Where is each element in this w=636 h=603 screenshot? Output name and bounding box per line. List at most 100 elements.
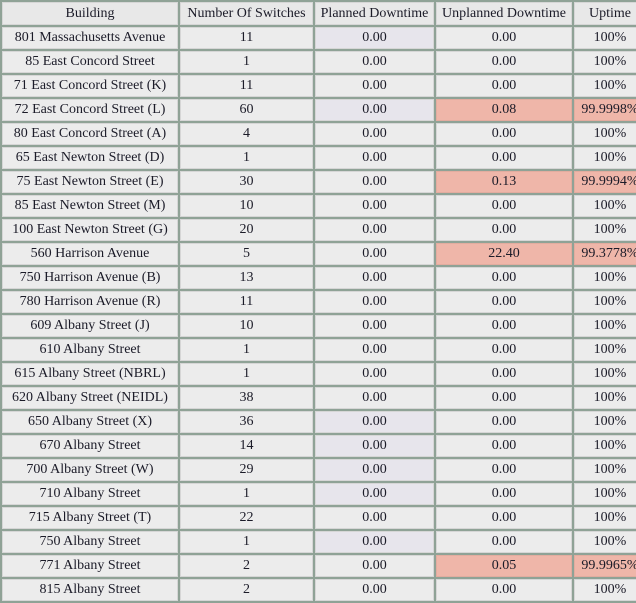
cell-unplanned-downtime: 0.00 [436,267,572,289]
cell-planned-downtime: 0.00 [315,51,434,73]
cell-planned-downtime: 0.00 [315,219,434,241]
cell-building: 780 Harrison Avenue (R) [2,291,178,313]
cell-switches: 22 [180,507,313,529]
column-header-building[interactable]: Building [2,2,178,25]
cell-unplanned-downtime: 0.00 [436,579,572,601]
cell-switches: 4 [180,123,313,145]
table-body: 801 Massachusetts Avenue 11 0.00 0.00 100% 85… [2,27,636,601]
column-header-unplanned-downtime[interactable]: Unplanned Downtime [436,2,572,25]
cell-switches: 10 [180,315,313,337]
cell-planned-downtime: 0.00 [315,195,434,217]
cell-unplanned-downtime: 0.00 [436,291,572,313]
cell-unplanned-downtime: 0.13 [436,171,572,193]
table-row[interactable]: 715 Albany Street (T) 22 0.00 0.00 100% [2,507,636,529]
cell-planned-downtime: 0.00 [315,435,434,457]
cell-uptime: 99.9994% [574,171,636,193]
table-row[interactable]: 650 Albany Street (X) 36 0.00 0.00 100% [2,411,636,433]
cell-unplanned-downtime: 0.00 [436,387,572,409]
table-row[interactable]: 780 Harrison Avenue (R) 11 0.00 0.00 100% [2,291,636,313]
table-row[interactable]: 560 Harrison Avenue 5 0.00 22.40 99.3778% [2,243,636,265]
cell-building: 75 East Newton Street (E) [2,171,178,193]
table-row[interactable]: 610 Albany Street 1 0.00 0.00 100% [2,339,636,361]
cell-unplanned-downtime: 0.00 [436,51,572,73]
cell-switches: 11 [180,27,313,49]
cell-unplanned-downtime: 0.00 [436,27,572,49]
cell-planned-downtime: 0.00 [315,483,434,505]
cell-switches: 1 [180,339,313,361]
cell-unplanned-downtime: 0.00 [436,75,572,97]
cell-switches: 20 [180,219,313,241]
cell-unplanned-downtime: 0.00 [436,435,572,457]
cell-switches: 1 [180,51,313,73]
table-row[interactable]: 771 Albany Street 2 0.00 0.05 99.9965% [2,555,636,577]
cell-building: 610 Albany Street [2,339,178,361]
cell-building: 85 East Newton Street (M) [2,195,178,217]
cell-planned-downtime: 0.00 [315,171,434,193]
cell-unplanned-downtime: 0.00 [436,411,572,433]
table-row[interactable]: 700 Albany Street (W) 29 0.00 0.00 100% [2,459,636,481]
cell-planned-downtime: 0.00 [315,267,434,289]
table-row[interactable]: 75 East Newton Street (E) 30 0.00 0.13 99.99… [2,171,636,193]
table-row[interactable]: 85 East Newton Street (M) 10 0.00 0.00 100% [2,195,636,217]
cell-building: 65 East Newton Street (D) [2,147,178,169]
table-row[interactable]: 670 Albany Street 14 0.00 0.00 100% [2,435,636,457]
table-row[interactable]: 80 East Concord Street (A) 4 0.00 0.00 100% [2,123,636,145]
cell-switches: 10 [180,195,313,217]
cell-switches: 11 [180,75,313,97]
cell-uptime: 100% [574,531,636,553]
cell-unplanned-downtime: 0.08 [436,99,572,121]
cell-uptime: 100% [574,363,636,385]
column-header-uptime[interactable]: Uptime [574,2,636,25]
column-header-switches[interactable]: Number Of Switches [180,2,313,25]
cell-planned-downtime: 0.00 [315,123,434,145]
table-row[interactable]: 815 Albany Street 2 0.00 0.00 100% [2,579,636,601]
cell-building: 100 East Newton Street (G) [2,219,178,241]
cell-switches: 1 [180,531,313,553]
table-row[interactable]: 65 East Newton Street (D) 1 0.00 0.00 100% [2,147,636,169]
cell-uptime: 100% [574,147,636,169]
cell-building: 560 Harrison Avenue [2,243,178,265]
cell-switches: 60 [180,99,313,121]
cell-planned-downtime: 0.00 [315,387,434,409]
table-row[interactable]: 85 East Concord Street 1 0.00 0.00 100% [2,51,636,73]
table-row[interactable]: 710 Albany Street 1 0.00 0.00 100% [2,483,636,505]
cell-building: 801 Massachusetts Avenue [2,27,178,49]
cell-building: 620 Albany Street (NEIDL) [2,387,178,409]
cell-planned-downtime: 0.00 [315,531,434,553]
cell-uptime: 99.9998% [574,99,636,121]
cell-building: 72 East Concord Street (L) [2,99,178,121]
column-header-planned-downtime[interactable]: Planned Downtime [315,2,434,25]
cell-uptime: 100% [574,123,636,145]
cell-switches: 1 [180,363,313,385]
table-row[interactable]: 72 East Concord Street (L) 60 0.00 0.08 99.9… [2,99,636,121]
table-row[interactable]: 750 Albany Street 1 0.00 0.00 100% [2,531,636,553]
table-row[interactable]: 71 East Concord Street (K) 11 0.00 0.00 100% [2,75,636,97]
cell-uptime: 100% [574,27,636,49]
cell-building: 85 East Concord Street [2,51,178,73]
cell-unplanned-downtime: 0.05 [436,555,572,577]
cell-uptime: 100% [574,483,636,505]
table-row[interactable]: 609 Albany Street (J) 10 0.00 0.00 100% [2,315,636,337]
table-row[interactable]: 615 Albany Street (NBRL) 1 0.00 0.00 100% [2,363,636,385]
cell-unplanned-downtime: 22.40 [436,243,572,265]
cell-planned-downtime: 0.00 [315,579,434,601]
table-row[interactable]: 100 East Newton Street (G) 20 0.00 0.00 100% [2,219,636,241]
table-row[interactable]: 750 Harrison Avenue (B) 13 0.00 0.00 100% [2,267,636,289]
cell-switches: 29 [180,459,313,481]
table-row[interactable]: 801 Massachusetts Avenue 11 0.00 0.00 100% [2,27,636,49]
cell-switches: 30 [180,171,313,193]
table-row[interactable]: 620 Albany Street (NEIDL) 38 0.00 0.00 100% [2,387,636,409]
cell-building: 700 Albany Street (W) [2,459,178,481]
cell-planned-downtime: 0.00 [315,363,434,385]
table-header-row: Building Number Of Switches Planned Down… [2,2,636,25]
cell-building: 670 Albany Street [2,435,178,457]
cell-planned-downtime: 0.00 [315,99,434,121]
cell-uptime: 99.9965% [574,555,636,577]
cell-uptime: 100% [574,195,636,217]
cell-planned-downtime: 0.00 [315,459,434,481]
cell-building: 771 Albany Street [2,555,178,577]
cell-switches: 36 [180,411,313,433]
cell-switches: 5 [180,243,313,265]
cell-uptime: 100% [574,411,636,433]
cell-unplanned-downtime: 0.00 [436,363,572,385]
